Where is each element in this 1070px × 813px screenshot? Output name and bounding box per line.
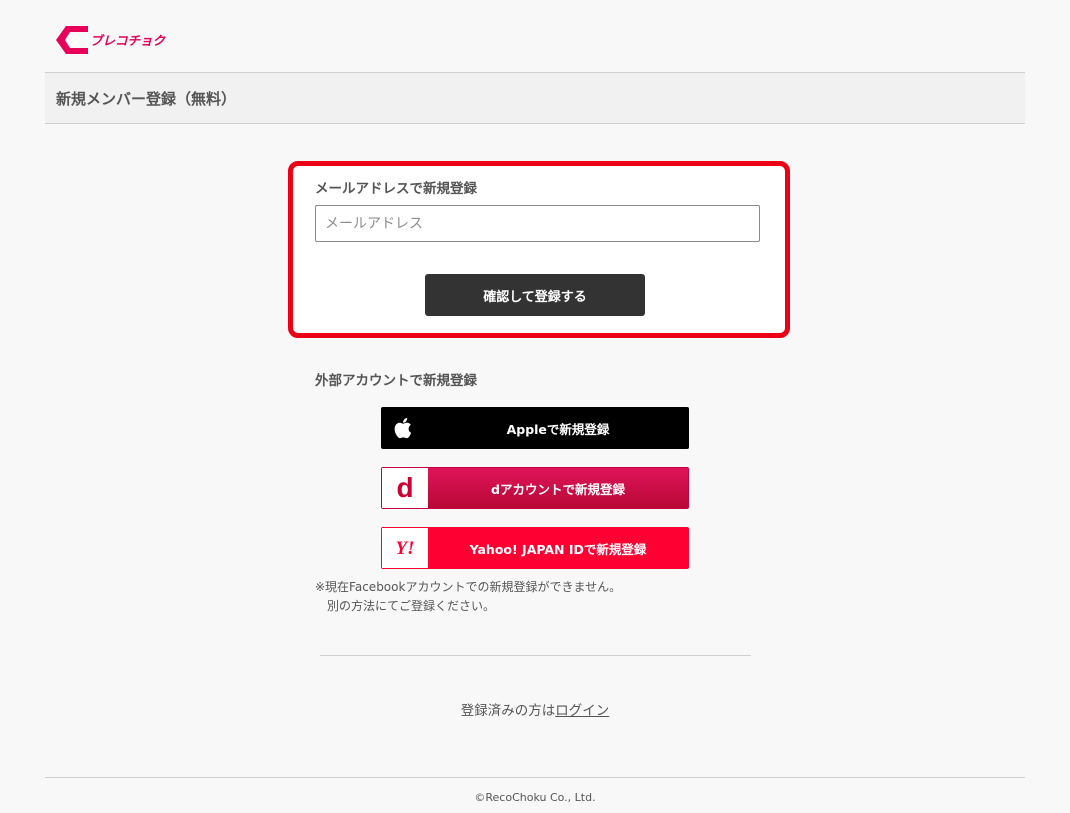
- login-prompt-text: 登録済みの方は: [460, 703, 556, 719]
- d-account-signup-label: dアカウントで新規登録: [491, 481, 625, 497]
- d-account-signup-button[interactable]: d dアカウントで新規登録: [381, 467, 689, 509]
- club-recochoku-logo[interactable]: クラ ブレコチョク: [54, 22, 180, 58]
- apple-signup-button[interactable]: Appleで新規登録: [381, 407, 689, 449]
- apple-signup-label: Appleで新規登録: [506, 421, 610, 437]
- email-signup-heading: メールアドレスで新規登録: [315, 181, 477, 197]
- facebook-notice-line2: 別の方法にてご登録ください。: [327, 599, 496, 613]
- divider: [320, 655, 751, 656]
- confirm-register-button[interactable]: 確認して登録する: [425, 274, 645, 316]
- facebook-notice: ※現在Facebookアカウントでの新規登録ができません。 別の方法にてご登録く…: [315, 578, 621, 616]
- yahoo-signup-label: Yahoo! JAPAN IDで新規登録: [469, 541, 647, 557]
- yahoo-icon: Y!: [382, 528, 428, 568]
- page-header: 新規メンバー登録（無料）: [45, 72, 1025, 124]
- login-prompt: 登録済みの方はログイン: [0, 699, 1070, 719]
- email-signup-card: メールアドレスで新規登録 確認して登録する: [288, 161, 790, 338]
- email-input[interactable]: [315, 205, 760, 242]
- page-title: 新規メンバー登録（無料）: [56, 90, 237, 108]
- footer-divider: [45, 777, 1025, 778]
- logo-mark: クラ ブレコチョク: [56, 26, 167, 54]
- svg-text:ブレコチョク: ブレコチョク: [90, 33, 167, 48]
- facebook-notice-line1: ※現在Facebookアカウントでの新規登録ができません。: [315, 580, 622, 594]
- apple-icon: [381, 407, 427, 449]
- copyright: ©RecoChoku Co., Ltd.: [474, 791, 596, 804]
- d-account-icon: d: [382, 468, 428, 508]
- yahoo-signup-button[interactable]: Y! Yahoo! JAPAN IDで新規登録: [381, 527, 689, 569]
- login-link[interactable]: ログイン: [555, 703, 609, 719]
- external-signup-heading: 外部アカウントで新規登録: [315, 373, 477, 389]
- yahoo-icon-text: Y!: [395, 537, 415, 559]
- d-account-icon-text: d: [396, 472, 414, 503]
